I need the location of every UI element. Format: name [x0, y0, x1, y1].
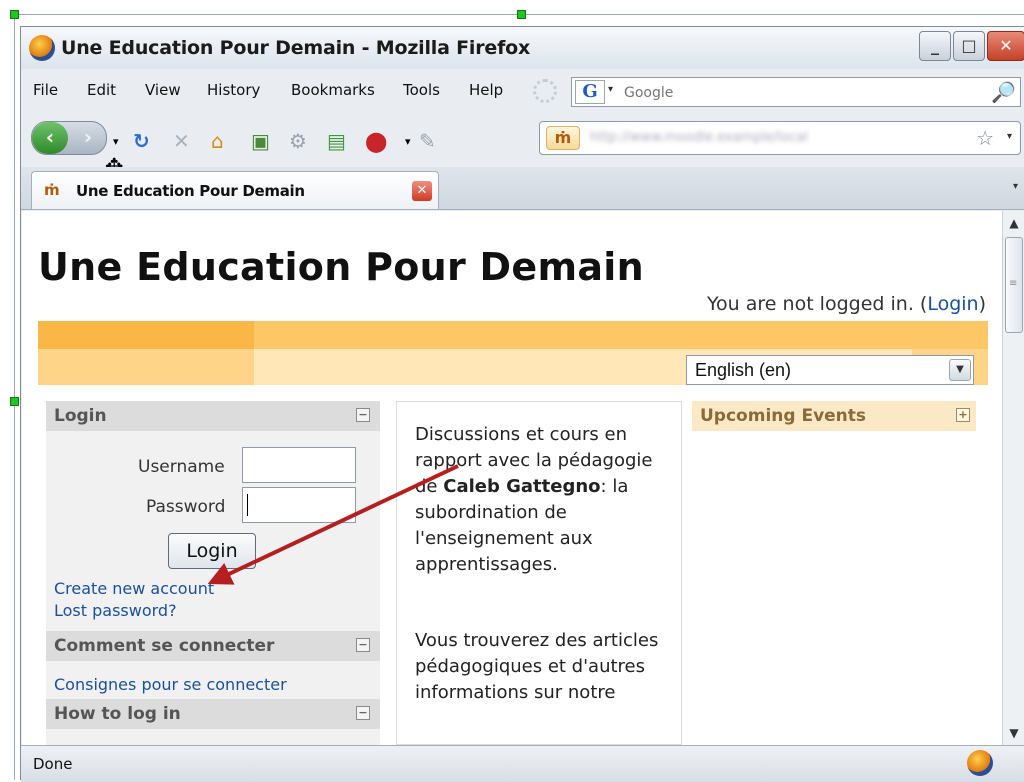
- close-icon: ✕: [999, 36, 1013, 55]
- page-content: Une Education Pour Demain You are not lo…: [22, 211, 1002, 745]
- throbber-icon: [533, 79, 557, 103]
- url-bar[interactable]: ṁ http://www.moodle.example/local ☆ ▾: [539, 121, 1021, 155]
- search-engine-dropdown-icon[interactable]: ▾: [608, 84, 613, 95]
- collapse-icon[interactable]: −: [356, 706, 370, 720]
- consignes-link[interactable]: Consignes pour se connecter: [54, 675, 287, 694]
- upcoming-events-header: Upcoming Events +: [692, 401, 976, 431]
- back-button[interactable]: ‹: [32, 122, 68, 154]
- tab-close-icon[interactable]: ✕: [412, 181, 432, 201]
- firefox-status-icon[interactable]: [967, 750, 993, 776]
- maximize-icon: □: [961, 36, 977, 55]
- intro-name: Caleb Gattegno: [443, 476, 601, 497]
- login-status-suffix: ): [978, 293, 986, 315]
- site-favicon-icon: ṁ: [546, 126, 580, 150]
- left-column: Login − Username Password Login Create n…: [46, 401, 380, 745]
- url-history-dropdown-icon[interactable]: ▾: [1007, 131, 1012, 142]
- maximize-button[interactable]: □: [953, 31, 985, 61]
- collapse-icon[interactable]: −: [356, 408, 370, 422]
- menu-history[interactable]: History: [207, 81, 260, 99]
- menu-edit[interactable]: Edit: [87, 81, 116, 99]
- home-icon[interactable]: ⌂: [211, 129, 224, 153]
- lost-password-link[interactable]: Lost password?: [54, 601, 177, 620]
- collapse-icon[interactable]: −: [356, 638, 370, 652]
- bookmark-star-icon[interactable]: ☆: [976, 126, 994, 150]
- tab-une-education[interactable]: ṁ Une Education Pour Demain ✕: [31, 171, 439, 209]
- login-block-header: Login −: [46, 401, 380, 431]
- minimize-button[interactable]: _: [919, 31, 951, 61]
- search-input[interactable]: [622, 80, 986, 106]
- search-go-icon[interactable]: 🔎: [991, 80, 1016, 104]
- firefox-window: Une Education Pour Demain - Mozilla Fire…: [20, 26, 1024, 782]
- howto-block-header: How to log in −: [46, 699, 380, 729]
- resize-handle-left[interactable]: [10, 397, 19, 406]
- tab-label: Une Education Pour Demain: [76, 182, 305, 200]
- login-status-prefix: You are not logged in. (: [706, 293, 928, 315]
- toolbar-dropdown-icon[interactable]: ▾: [405, 135, 411, 148]
- band-dark: [38, 321, 254, 349]
- band-low: [38, 349, 254, 385]
- minimize-icon: _: [931, 36, 939, 55]
- reload-icon[interactable]: ↻: [133, 129, 150, 153]
- status-bar: Done: [21, 745, 1024, 782]
- scroll-down-icon[interactable]: ▼: [1004, 723, 1024, 743]
- chevron-down-icon[interactable]: ▼: [949, 359, 971, 381]
- adblock-icon[interactable]: ⬤: [365, 129, 387, 153]
- tab-list-icon[interactable]: ▾: [1013, 181, 1018, 192]
- forward-button[interactable]: ›: [72, 122, 104, 154]
- username-field[interactable]: [242, 447, 356, 483]
- resize-handle-top[interactable]: [517, 10, 526, 19]
- scroll-up-icon[interactable]: ▲: [1004, 213, 1024, 233]
- stop-icon[interactable]: ✕: [173, 129, 190, 153]
- vertical-scrollbar[interactable]: ▲ ≡ ▼: [1002, 211, 1024, 745]
- history-dropdown-icon[interactable]: ▾: [113, 135, 119, 148]
- username-label: Username: [138, 457, 225, 477]
- login-status: You are not logged in. (Login): [707, 293, 986, 315]
- password-label: Password: [146, 497, 226, 517]
- menu-file[interactable]: File: [33, 81, 58, 99]
- tab-favicon-icon: ṁ: [44, 181, 60, 199]
- login-link[interactable]: Login: [927, 293, 978, 315]
- search-bar[interactable]: G ▾ 🔎: [571, 77, 1021, 107]
- status-text: Done: [33, 755, 73, 773]
- login-block-title: Login: [54, 406, 107, 426]
- google-icon[interactable]: G: [575, 80, 605, 104]
- language-selected: English (en): [695, 360, 792, 380]
- resize-handle-top-left[interactable]: [10, 10, 19, 19]
- language-select[interactable]: English (en) ▼: [686, 355, 974, 385]
- intro-paragraph: Discussions et cours en rapport avec la …: [415, 422, 665, 578]
- menu-help[interactable]: Help: [469, 81, 503, 99]
- menu-tools[interactable]: Tools: [403, 81, 440, 99]
- login-button[interactable]: Login: [168, 533, 256, 569]
- firefox-logo-icon: [29, 35, 55, 61]
- download-icon[interactable]: ▤: [327, 129, 346, 153]
- window-title: Une Education Pour Demain - Mozilla Fire…: [61, 37, 531, 59]
- howto-block-title: How to log in: [54, 704, 181, 724]
- url-text[interactable]: http://www.moodle.example/local: [590, 130, 950, 148]
- close-button[interactable]: ✕: [987, 31, 1024, 61]
- back-forward-group: ‹ ›: [31, 121, 107, 155]
- title-bar: Une Education Pour Demain - Mozilla Fire…: [21, 27, 1024, 69]
- articles-paragraph: Vous trouverez des articles pédagogiques…: [415, 630, 659, 703]
- scroll-thumb[interactable]: ≡: [1005, 237, 1023, 333]
- create-account-link[interactable]: Create new account: [54, 579, 214, 598]
- band-mid: [254, 321, 988, 349]
- text-caret: [247, 494, 248, 516]
- scroll-grip-icon: ≡: [1009, 278, 1018, 289]
- comment-block-title: Comment se connecter: [54, 636, 275, 656]
- main-column: Discussions et cours en rapport avec la …: [396, 401, 682, 745]
- screenshot-icon[interactable]: ▣: [251, 129, 270, 153]
- tab-bar: ṁ Une Education Pour Demain ✕ ▾: [21, 167, 1024, 210]
- upcoming-events-title: Upcoming Events: [700, 406, 867, 426]
- menu-bookmarks[interactable]: Bookmarks: [291, 81, 375, 99]
- comment-block-header: Comment se connecter −: [46, 631, 380, 661]
- addons-gear-icon[interactable]: ⚙: [289, 129, 307, 153]
- page-title: Une Education Pour Demain: [38, 245, 644, 289]
- menu-view[interactable]: View: [145, 81, 181, 99]
- plugin-icon[interactable]: ✎: [419, 129, 436, 153]
- expand-icon[interactable]: +: [956, 408, 970, 422]
- password-field[interactable]: [242, 487, 356, 523]
